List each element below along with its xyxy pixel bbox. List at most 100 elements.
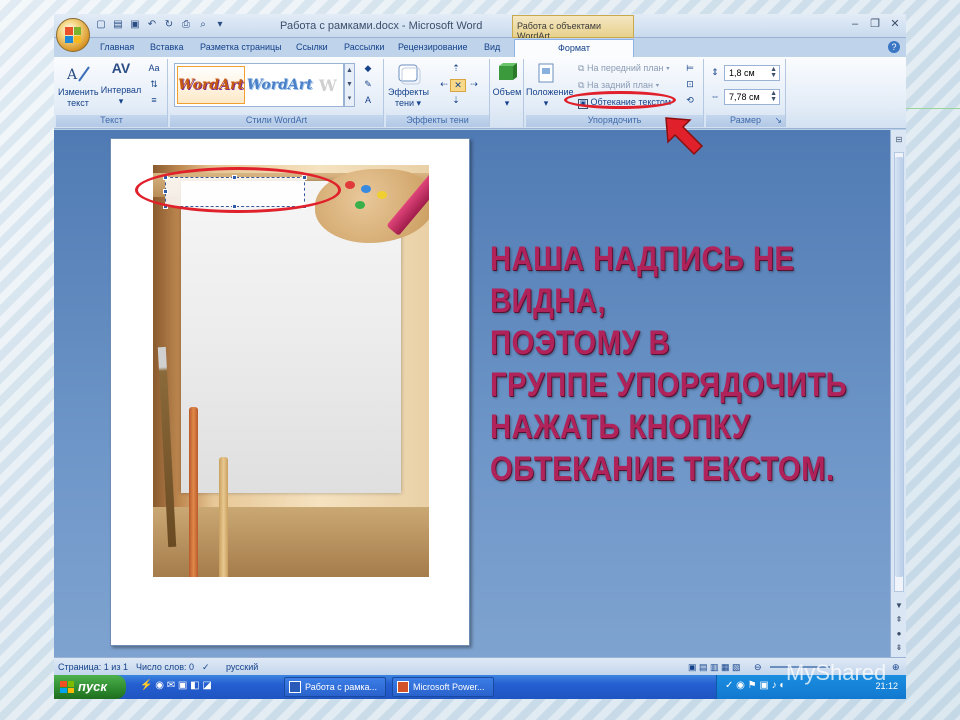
print-icon[interactable]: ⎙: [179, 18, 193, 32]
tray-icons[interactable]: ✓ ◉ ⚑ ▣ ♪ ◐: [725, 680, 785, 691]
word-count[interactable]: Число слов: 0: [136, 662, 194, 672]
group-text-label: Текст: [56, 115, 167, 127]
volume-icon: [499, 63, 517, 80]
document-page[interactable]: [110, 138, 470, 646]
pencil-image: [219, 457, 228, 577]
minimize-icon[interactable]: –: [848, 17, 862, 31]
caption-line: видна,: [490, 282, 606, 320]
pencil-image: [189, 407, 198, 577]
gallery-scroll[interactable]: ▲ ▼ ▾: [344, 63, 355, 107]
align-objects-icon[interactable]: ⊨: [682, 63, 698, 74]
height-field[interactable]: 1,8 см ▲ ▼: [724, 65, 780, 81]
nudge-up-icon[interactable]: ⇡: [448, 63, 464, 74]
start-button[interactable]: пуск: [54, 675, 126, 699]
tab-home[interactable]: Главная: [100, 42, 134, 52]
qat-more-icon[interactable]: ▾: [213, 18, 227, 32]
scroll-thumb[interactable]: [895, 157, 903, 577]
send-backward-label: На задний план: [586, 80, 653, 90]
taskbar: пуск ⚡ ◉ ✉ ▣ ◧ ◪ Работа с рамка... Micro…: [54, 675, 906, 699]
windows-flag-icon: [60, 681, 74, 693]
vertical-scrollbar[interactable]: ⊟ ▼ ⇞ ● ⇟: [890, 130, 906, 657]
view-buttons[interactable]: ▣ ▤ ▥ ▦ ▧: [688, 662, 741, 673]
tab-page-layout[interactable]: Разметка страницы: [200, 42, 282, 52]
nudge-right-icon[interactable]: ⇢: [466, 79, 482, 90]
text-wrap-highlight: [564, 91, 676, 109]
scroll-down-icon[interactable]: ▼: [893, 600, 905, 612]
group-shadow-effects: Эффекты тени ▾ ⇡ ⇠ ✕ ⇢ ⇣ Эффекты тени: [386, 59, 490, 127]
caption-line: нажать кнопку: [490, 408, 751, 446]
taskbar-powerpoint-button[interactable]: Microsoft Power...: [392, 677, 494, 697]
position-icon: [538, 63, 554, 83]
close-icon[interactable]: ✕: [888, 17, 902, 31]
wordart-style-1[interactable]: WordArt: [177, 66, 245, 104]
page-count[interactable]: Страница: 1 из 1: [58, 662, 128, 672]
tab-format[interactable]: Формат: [514, 39, 634, 57]
restore-icon[interactable]: ❐: [868, 17, 882, 31]
width-field[interactable]: 7,78 см ▲ ▼: [724, 89, 780, 105]
width-spin-icon[interactable]: ▲ ▼: [770, 90, 777, 103]
size-label: Размер: [730, 115, 761, 125]
title-bar: ▢ ▤ ▣ ↶ ↻ ⎙ ⌕ ▾ Работа с рамками.docx - …: [54, 14, 906, 41]
dialog-launcher-icon[interactable]: ↘: [774, 115, 782, 126]
spacing-label: Интервал: [100, 85, 142, 95]
new-doc-icon[interactable]: ▢: [94, 18, 108, 32]
language[interactable]: русский: [226, 662, 258, 672]
fill-color-icon[interactable]: ◆: [360, 63, 376, 74]
shadow-toggle-icon[interactable]: ✕: [450, 79, 466, 92]
quick-access-toolbar: ▢ ▤ ▣ ↶ ↻ ⎙ ⌕ ▾: [94, 18, 227, 32]
office-button[interactable]: [56, 18, 90, 52]
send-backward-button[interactable]: ⧉ На задний план ▾: [578, 80, 659, 91]
spellcheck-icon[interactable]: ✓: [202, 662, 210, 673]
redo-icon[interactable]: ↻: [162, 18, 176, 32]
volume-button[interactable]: Объем ▾: [490, 63, 524, 109]
tab-mailings[interactable]: Рассылки: [344, 42, 384, 52]
line-color-icon[interactable]: ✎: [360, 79, 376, 90]
rotate-icon[interactable]: ⟲: [682, 95, 698, 106]
zoom-in-icon[interactable]: ⊕: [892, 662, 900, 673]
taskbar-word-button[interactable]: Работа с рамка...: [284, 677, 386, 697]
shadow-effects-button[interactable]: Эффекты тени ▾: [388, 63, 429, 109]
ruler-toggle-icon[interactable]: ⊟: [893, 134, 905, 146]
quick-launch-icons[interactable]: ⚡ ◉ ✉ ▣ ◧ ◪: [140, 680, 212, 691]
window-controls: – ❐ ✕: [848, 17, 902, 31]
change-shape-icon[interactable]: A: [360, 95, 376, 106]
spacing-button[interactable]: AV Интервал ▾: [100, 61, 142, 107]
tab-insert[interactable]: Вставка: [150, 42, 183, 52]
group-text: A Изменить текст AV Интервал ▾ Aa ⇅ ≡ Тек…: [56, 59, 168, 127]
zoom-out-icon[interactable]: ⊖: [754, 662, 762, 673]
help-icon[interactable]: ?: [888, 41, 900, 53]
status-bar: Страница: 1 из 1 Число слов: 0 ✓ русский…: [54, 657, 906, 675]
window-title: Работа с рамками.docx - Microsoft Word: [280, 20, 483, 32]
wordart-style-3[interactable]: W: [315, 66, 341, 104]
easel-frame-image: [153, 165, 429, 577]
prev-page-icon[interactable]: ⇞: [893, 614, 905, 626]
browse-object-icon[interactable]: ●: [893, 628, 905, 640]
open-icon[interactable]: ▤: [111, 18, 125, 32]
undo-icon[interactable]: ↶: [145, 18, 159, 32]
width-value: 7,78 см: [729, 92, 760, 102]
edit-text-icon: A: [66, 66, 90, 83]
preview-icon[interactable]: ⌕: [196, 18, 210, 32]
task2-label: Microsoft Power...: [413, 682, 485, 692]
tab-review[interactable]: Рецензирование: [398, 42, 468, 52]
powerpoint-icon: [397, 681, 409, 693]
save-icon[interactable]: ▣: [128, 18, 142, 32]
vertical-text-icon[interactable]: ⇅: [146, 79, 162, 90]
next-page-icon[interactable]: ⇟: [893, 642, 905, 654]
same-height-button[interactable]: Aa: [146, 63, 162, 74]
nudge-down-icon[interactable]: ⇣: [448, 95, 464, 106]
group-size-label: Размер ↘: [706, 115, 785, 127]
edit-text-button[interactable]: A Изменить текст: [58, 63, 99, 109]
tab-view[interactable]: Вид: [484, 42, 500, 52]
wordart-style-2[interactable]: WordArt: [247, 66, 313, 104]
textbox-highlight: [135, 167, 341, 213]
tab-references[interactable]: Ссылки: [296, 42, 328, 52]
bring-forward-button[interactable]: ⧉ На передний план ▾: [578, 63, 670, 74]
align-icon[interactable]: ≡: [146, 95, 162, 106]
ribbon: A Изменить текст AV Интервал ▾ Aa ⇅ ≡ Тек…: [54, 57, 906, 129]
position-button[interactable]: Положение ▾: [526, 63, 574, 109]
start-label: пуск: [78, 679, 107, 694]
scroll-track[interactable]: [894, 152, 904, 592]
group-objects-icon[interactable]: ⊡: [682, 79, 698, 90]
height-spin-icon[interactable]: ▲ ▼: [770, 66, 777, 79]
